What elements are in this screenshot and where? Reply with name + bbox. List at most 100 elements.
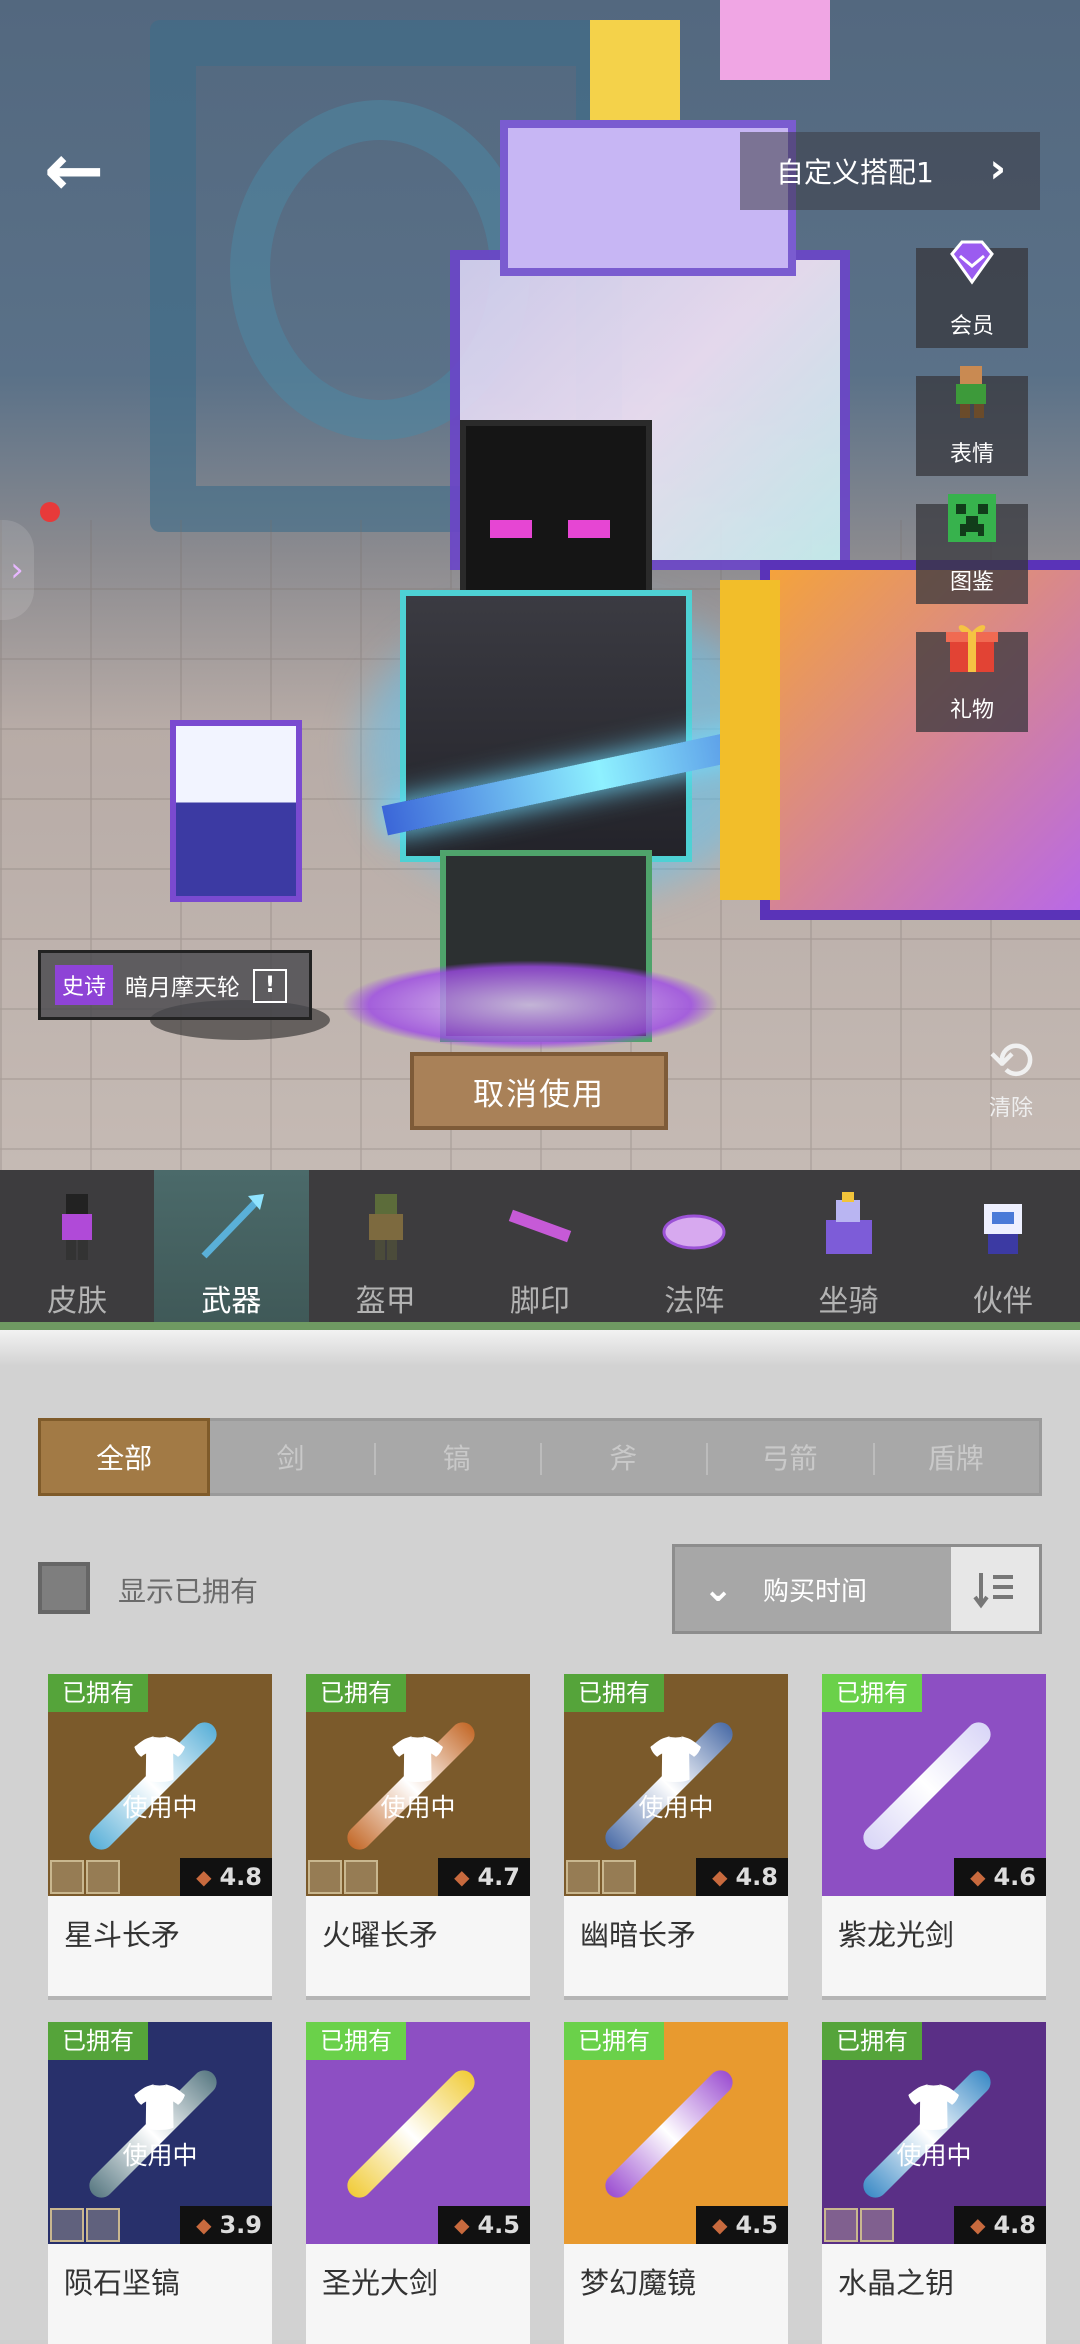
subtab-pickaxe[interactable]: 镐 (373, 1421, 540, 1493)
spear-thumbnail-icon (201, 1194, 265, 1259)
tab-footprint[interactable]: 脚印 (463, 1170, 617, 1330)
vip-label: 会员 (949, 314, 994, 339)
rating-value: 4.8 (219, 1863, 262, 1891)
selected-item-tag[interactable]: 史诗 暗月摩天轮 ! (38, 950, 312, 1020)
weapon-sprite (342, 2065, 480, 2203)
tab-mount-label: 坐骑 (818, 1284, 879, 1319)
mount-thumbnail-icon (825, 1192, 872, 1254)
item-card[interactable]: 已拥有 👕 使用中 ◆ 4.8 幽暗长矛 (564, 1674, 788, 1996)
clear-label: 清除 (988, 1096, 1033, 1121)
subtab-axe[interactable]: 斧 (539, 1421, 706, 1493)
category-tab-bar: 皮肤 武器 盔甲 脚印 法阵 坐骑 伙伴 (0, 1170, 1080, 1330)
armor-thumbnail-icon (368, 1194, 403, 1260)
owned-badge: 已拥有 (48, 1674, 148, 1712)
tab-mount[interactable]: 坐骑 (771, 1170, 925, 1330)
subtab-bow[interactable]: 弓箭 (706, 1421, 872, 1493)
item-card[interactable]: 已拥有 👕 使用中 ◆ 4.8 水晶之钥 (822, 2022, 1046, 2344)
codex-button[interactable]: 图鉴 (916, 494, 1028, 604)
item-artwork: 已拥有 ◆ 4.5 (306, 2022, 530, 2244)
owned-badge: 已拥有 (822, 1674, 922, 1712)
gift-label: 礼物 (949, 698, 994, 723)
item-name: 幽暗长矛 (580, 1918, 697, 1952)
subtab-all[interactable]: 全部 (38, 1418, 211, 1496)
emote-label: 表情 (949, 442, 994, 467)
expand-left-panel-button[interactable]: › (0, 520, 34, 620)
attribute-icon (602, 1860, 636, 1894)
item-artwork: 已拥有 👕 使用中 ◆ 4.7 (306, 1674, 530, 1896)
attribute-icon (824, 2208, 858, 2242)
owned-badge: 已拥有 (306, 1674, 406, 1712)
in-use-overlay: 👕 使用中 (822, 2082, 1046, 2172)
outfit-preset-button[interactable]: 自定义搭配1 › (740, 132, 1040, 210)
item-card[interactable]: 已拥有 👕 使用中 ◆ 4.7 火曜长矛 (306, 1674, 530, 1996)
clear-button[interactable]: ⟲ 清除 (970, 1032, 1052, 1122)
sort-dropdown[interactable]: ⌄ 购买时间 (675, 1547, 953, 1631)
item-name: 紫龙光剑 (838, 1918, 955, 1952)
in-use-label: 使用中 (896, 2141, 972, 2170)
show-owned-label[interactable]: 显示已拥有 (118, 1570, 258, 1610)
item-artwork: 已拥有 👕 使用中 ◆ 4.8 (48, 1674, 272, 1896)
show-owned-checkbox[interactable] (38, 1562, 90, 1614)
item-card[interactable]: 已拥有 👕 使用中 ◆ 3.9 陨石坚镐 (48, 2022, 272, 2344)
in-use-label: 使用中 (638, 1793, 714, 1822)
axolotl-pet (720, 0, 830, 80)
vip-button[interactable]: 会员 (916, 240, 1028, 348)
info-icon[interactable]: ! (253, 969, 287, 1003)
item-artwork: 已拥有 ◆ 4.5 (564, 2022, 788, 2244)
tab-weapon[interactable]: 武器 (154, 1170, 309, 1330)
unequip-button[interactable]: 取消使用 (410, 1052, 668, 1130)
refresh-frame-icon: ⟲ (988, 1029, 1034, 1092)
item-artwork: 已拥有 👕 使用中 ◆ 3.9 (48, 2022, 272, 2244)
tab-armor[interactable]: 盔甲 (309, 1170, 463, 1330)
fish-icon: ◆ (196, 2213, 212, 2237)
weapon-sprite (600, 2065, 738, 2203)
tab-magic-circle[interactable]: 法阵 (617, 1170, 771, 1330)
tab-armor-label: 盔甲 (355, 1284, 416, 1319)
tab-companion[interactable]: 伙伴 (926, 1170, 1080, 1330)
sort-order-toggle[interactable] (951, 1547, 1039, 1631)
weapon-type-filter: 全部 剑 镐 斧 弓箭 盾牌 (38, 1418, 1042, 1496)
tab-skin[interactable]: 皮肤 (0, 1170, 154, 1330)
notification-dot (40, 502, 60, 522)
attribute-icon (344, 1860, 378, 1894)
rarity-badge: 史诗 (55, 965, 114, 1005)
emote-button[interactable]: 表情 (916, 366, 1028, 476)
item-card[interactable]: 已拥有 👕 使用中 ◆ 4.8 星斗长矛 (48, 1674, 272, 1996)
rating-badge: ◆ 4.5 (696, 2206, 788, 2244)
in-use-overlay: 👕 使用中 (48, 1734, 272, 1824)
companion-thumbnail-icon (983, 1204, 1022, 1254)
rating-value: 4.6 (993, 1863, 1036, 1891)
diamond-icon (950, 240, 994, 285)
back-button[interactable]: ← (34, 130, 114, 210)
in-use-overlay: 👕 使用中 (48, 2082, 272, 2172)
character-preview-scene[interactable]: › ← 自定义搭配1 › 会员 表情 图鉴 礼物 史诗 暗月摩天轮 ! 取消使用… (0, 0, 1080, 1170)
in-use-overlay: 👕 使用中 (564, 1734, 788, 1824)
crown-top (590, 20, 680, 120)
attribute-icon (50, 2208, 84, 2242)
attribute-icon (308, 1860, 342, 1894)
attribute-icon (86, 2208, 120, 2242)
outfit-preset-label: 自定义搭配1 (776, 156, 934, 189)
in-use-label: 使用中 (380, 1793, 456, 1822)
rating-badge: ◆ 4.5 (438, 2206, 530, 2244)
magic-circle-thumbnail-icon (662, 1214, 726, 1250)
rating-badge: ◆ 4.8 (696, 1858, 788, 1896)
rating-value: 4.8 (993, 2211, 1036, 2239)
magic-circle (340, 960, 720, 1050)
item-card[interactable]: 已拥有 ◆ 4.6 紫龙光剑 (822, 1674, 1046, 1996)
rating-badge: ◆ 4.8 (180, 1858, 272, 1896)
fish-icon: ◆ (712, 1865, 728, 1889)
owned-badge: 已拥有 (306, 2022, 406, 2060)
rating-badge: ◆ 4.7 (438, 1858, 530, 1896)
fish-icon: ◆ (454, 2213, 470, 2237)
tab-footprint-label: 脚印 (509, 1284, 570, 1319)
item-artwork: 已拥有 ◆ 4.6 (822, 1674, 1046, 1896)
subtab-sword[interactable]: 剑 (207, 1421, 373, 1493)
item-card[interactable]: 已拥有 ◆ 4.5 圣光大剑 (306, 2022, 530, 2344)
subtab-shield[interactable]: 盾牌 (872, 1421, 1039, 1493)
chevron-down-icon: ⌄ (703, 1568, 734, 1610)
gift-button[interactable]: 礼物 (916, 625, 1028, 732)
owned-badge: 已拥有 (822, 2022, 922, 2060)
fish-icon: ◆ (712, 2213, 728, 2237)
item-card[interactable]: 已拥有 ◆ 4.5 梦幻魔镜 (564, 2022, 788, 2344)
